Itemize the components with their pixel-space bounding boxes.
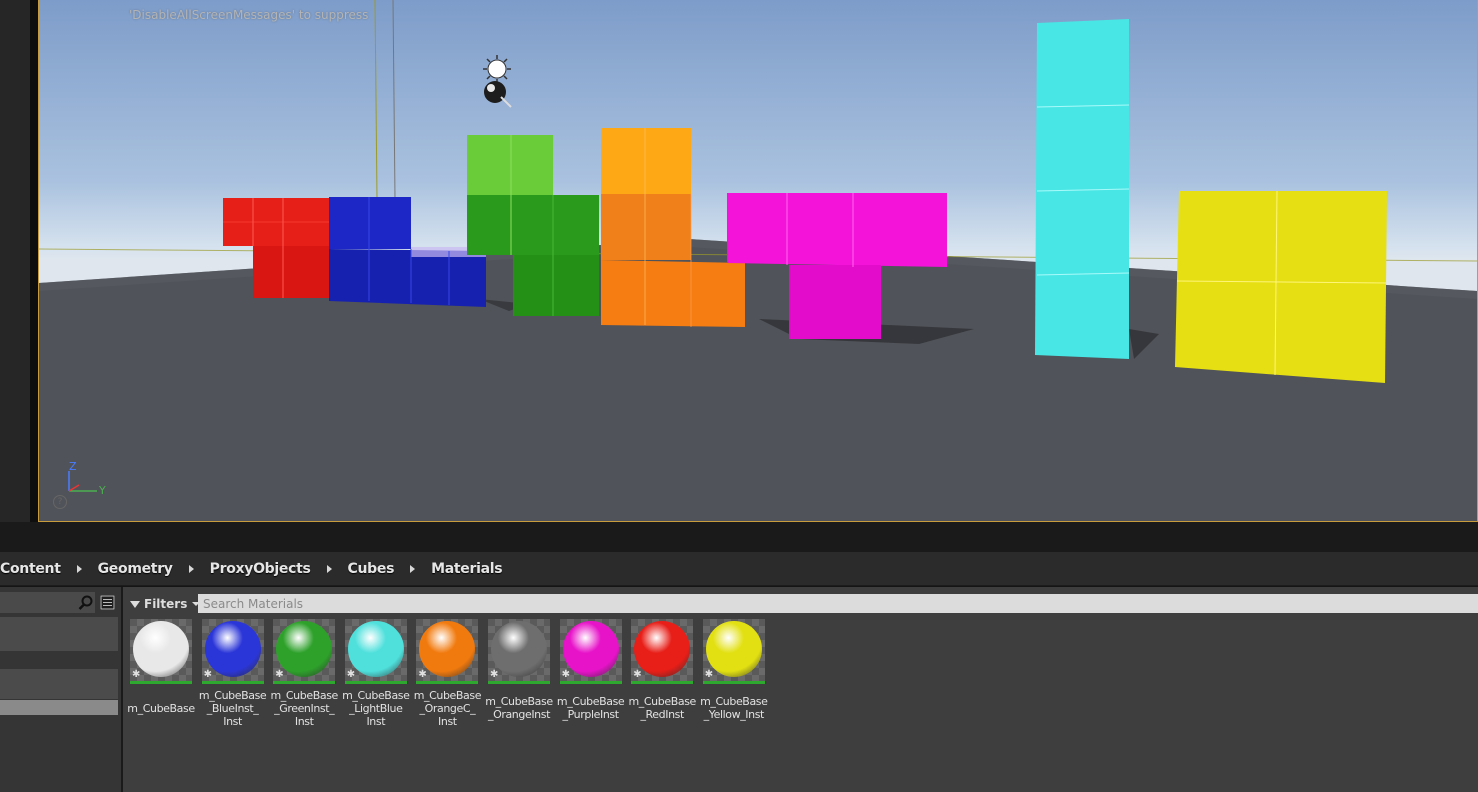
asset-type-icon: ✱: [633, 669, 642, 680]
asset-tile[interactable]: ✱ m_CubeBase _OrangeInst: [483, 619, 555, 721]
filter-icon: [130, 600, 140, 608]
material-sphere-icon: [491, 621, 547, 677]
breadcrumb-arrow-icon[interactable]: [188, 564, 194, 573]
asset-label: m_CubeBase _OrangeC_ Inst: [413, 689, 482, 728]
material-thumbnail[interactable]: ✱: [273, 619, 336, 684]
asset-tile[interactable]: ✱ m_CubeBase _Yellow_Inst: [698, 619, 770, 721]
breadcrumb-geometry[interactable]: Geometry: [94, 561, 177, 577]
cyan-tetromino[interactable]: [1035, 19, 1130, 359]
search-input[interactable]: [198, 594, 1478, 613]
asset-tile[interactable]: ✱ m_CubeBase _RedInst: [626, 619, 698, 721]
orange-tetromino[interactable]: [601, 128, 745, 327]
material-sphere-icon: [204, 621, 261, 677]
axis-gizmo-icon: Z Y: [68, 461, 106, 497]
material-thumbnail[interactable]: ✱: [201, 619, 264, 684]
left-panel-edge: [30, 0, 38, 522]
sources-panel: [0, 587, 121, 792]
source-folder-row-selected[interactable]: [0, 700, 118, 715]
screen-message: 'DisableAllScreenMessages' to suppress: [129, 8, 369, 22]
axis-z-label: Z: [69, 461, 77, 473]
light-guide-line-2: [392, 0, 396, 200]
breadcrumb-arrow-icon[interactable]: [76, 564, 82, 573]
source-folder-row[interactable]: [0, 669, 118, 699]
material-sphere-icon: [276, 621, 333, 677]
material-thumbnail[interactable]: ✱: [702, 619, 765, 684]
asset-label: m_CubeBase _LightBlue Inst: [342, 689, 410, 728]
sources-splitter[interactable]: [121, 587, 123, 792]
asset-type-icon: ✱: [132, 669, 141, 680]
asset-type-icon: ✱: [704, 669, 714, 680]
asset-tile[interactable]: ✱ m_CubeBase: [125, 619, 197, 715]
asset-type-icon: ✱: [346, 669, 356, 680]
light-guide-line: [374, 0, 378, 200]
scene-render[interactable]: [39, 0, 1477, 522]
left-panel-strip: [0, 0, 30, 522]
breadcrumb-proxyobjects[interactable]: ProxyObjects: [206, 561, 315, 577]
asset-type-icon: ✱: [418, 669, 427, 680]
asset-label: m_CubeBase: [127, 702, 195, 715]
yellow-tetromino[interactable]: [1175, 190, 1387, 383]
breadcrumb-cubes[interactable]: Cubes: [344, 561, 399, 577]
material-thumbnail[interactable]: ✱: [488, 619, 550, 684]
material-sphere-icon: [562, 621, 619, 677]
asset-tile[interactable]: ✱ m_CubeBase _GreenInst_ Inst: [268, 619, 340, 728]
breadcrumb-arrow-icon[interactable]: [410, 564, 416, 573]
material-sphere-icon: [133, 621, 189, 677]
material-sphere-icon: [419, 621, 476, 677]
material-sphere-icon: [634, 621, 691, 677]
material-sphere-icon: [347, 621, 404, 677]
filters-button[interactable]: Filters: [130, 595, 201, 613]
asset-label: m_CubeBase _BlueInst_ Inst: [198, 689, 267, 728]
asset-tile[interactable]: ✱ m_CubeBase _BlueInst_ Inst: [197, 619, 269, 728]
asset-label: m_CubeBase _RedInst: [628, 695, 696, 721]
asset-label: m_CubeBase _Yellow_Inst: [700, 695, 768, 721]
material-thumbnail[interactable]: ✱: [631, 619, 694, 684]
breadcrumb-arrow-icon[interactable]: [326, 564, 332, 573]
source-folder-row[interactable]: [0, 617, 118, 651]
sun-light-icon[interactable]: [483, 55, 511, 83]
sky-sphere-icon[interactable]: [484, 81, 512, 108]
search-icon[interactable]: [78, 595, 94, 611]
material-thumbnail[interactable]: ✱: [344, 619, 407, 684]
asset-tile[interactable]: ✱ m_CubeBase _PurpleInst: [555, 619, 627, 721]
asset-type-icon: ✱: [490, 669, 499, 680]
asset-tile[interactable]: ✱ m_CubeBase _OrangeC_ Inst: [411, 619, 483, 728]
asset-label: m_CubeBase _OrangeInst: [485, 695, 553, 721]
blue-tetromino[interactable]: [329, 197, 486, 307]
breadcrumb: Content Geometry ProxyObjects Cubes Mate…: [0, 552, 1478, 586]
asset-type-icon: ✱: [561, 669, 570, 680]
material-thumbnail[interactable]: ✱: [130, 619, 192, 684]
content-browser: Filters ✱ m_CubeBase ✱ m_CubeBase _BlueInst…: [0, 587, 1478, 792]
panel-splitter[interactable]: [0, 522, 1478, 552]
breadcrumb-materials[interactable]: Materials: [427, 561, 506, 577]
axis-y-label: Y: [98, 484, 106, 497]
asset-type-icon: ✱: [275, 669, 284, 680]
material-sphere-icon: [705, 621, 762, 677]
material-thumbnail[interactable]: ✱: [416, 619, 479, 684]
filters-label: Filters: [144, 597, 188, 611]
level-viewport[interactable]: 'DisableAllScreenMessages' to suppress Z…: [38, 0, 1478, 522]
asset-label: m_CubeBase _PurpleInst: [556, 695, 625, 721]
asset-type-icon: ✱: [203, 669, 212, 680]
material-thumbnail[interactable]: ✱: [559, 619, 622, 684]
asset-tile[interactable]: ✱ m_CubeBase _LightBlue Inst: [340, 619, 412, 728]
view-options-icon[interactable]: [100, 595, 115, 610]
asset-label: m_CubeBase _GreenInst_ Inst: [270, 689, 338, 728]
help-icon[interactable]: ?: [53, 495, 67, 509]
breadcrumb-content[interactable]: Content: [0, 561, 65, 577]
